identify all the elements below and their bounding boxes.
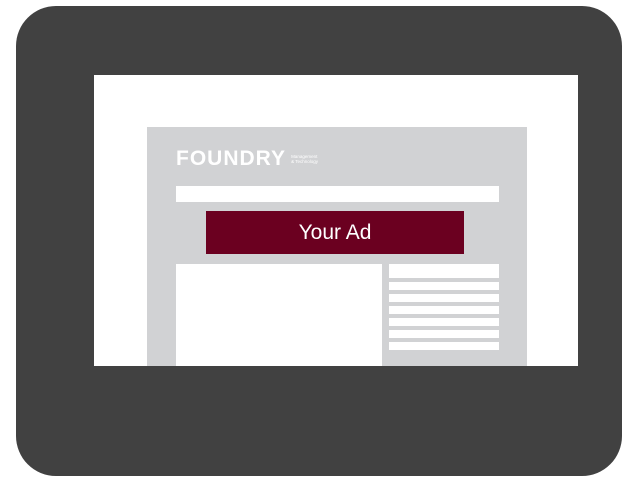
main-content-placeholder xyxy=(176,264,382,366)
sidebar-line xyxy=(389,306,499,314)
sidebar-line xyxy=(389,294,499,302)
nav-bar-placeholder xyxy=(176,186,499,202)
foundry-logo: FOUNDRY Management & Technology xyxy=(176,147,318,171)
logo-wordmark: FOUNDRY xyxy=(176,147,287,170)
sidebar-line xyxy=(389,318,499,326)
sidebar-line xyxy=(389,282,499,290)
logo-tagline-line2: & Technology xyxy=(291,159,318,164)
tablet-screen: FOUNDRY Management & Technology Your Ad xyxy=(94,75,578,366)
sidebar-placeholder xyxy=(389,264,499,354)
webpage-mockup: FOUNDRY Management & Technology Your Ad xyxy=(147,127,527,366)
ad-label: Your Ad xyxy=(298,220,372,244)
ad-banner[interactable]: Your Ad xyxy=(206,211,464,254)
logo-tagline: Management & Technology xyxy=(291,154,318,164)
sidebar-line xyxy=(389,264,499,278)
tablet-device-frame: FOUNDRY Management & Technology Your Ad xyxy=(16,6,622,476)
sidebar-line xyxy=(389,342,499,350)
sidebar-line xyxy=(389,330,499,338)
